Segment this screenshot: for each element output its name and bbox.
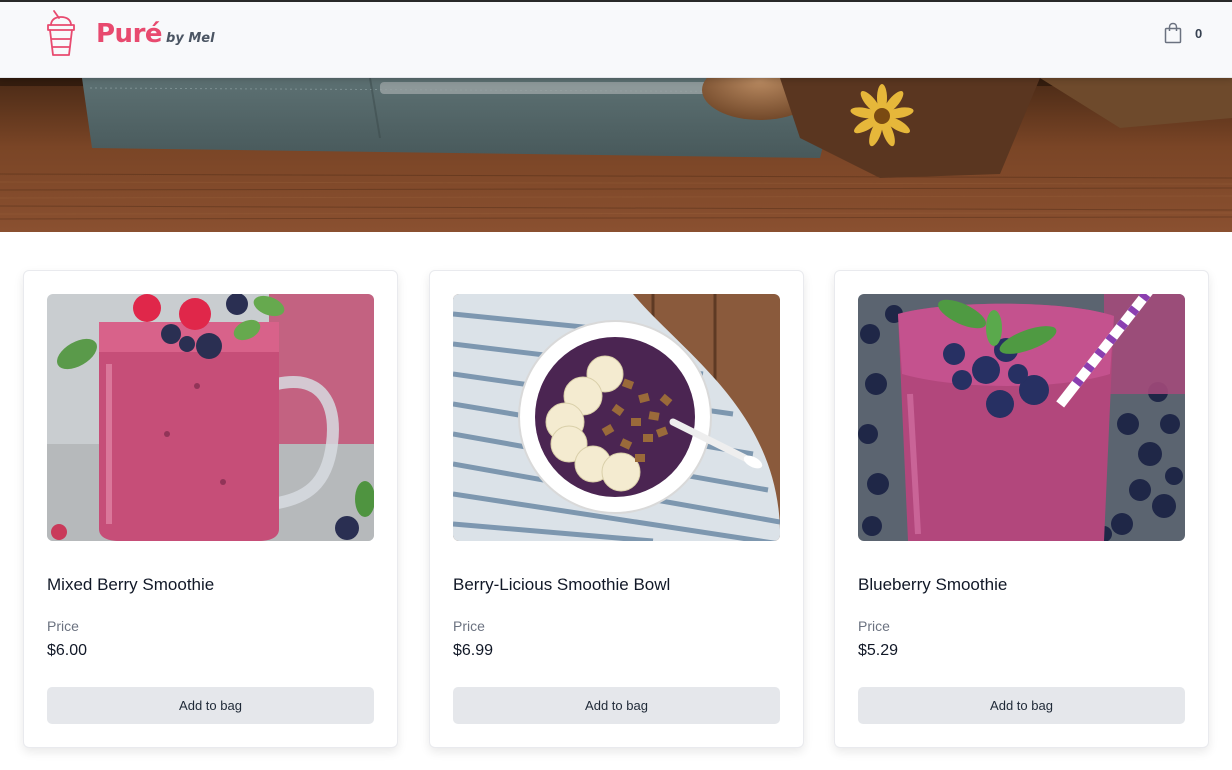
product-name: Blueberry Smoothie (858, 575, 1008, 594)
hero-banner-image (0, 78, 1232, 232)
add-to-bag-button[interactable]: Add to bag (47, 687, 374, 724)
product-card: Berry-Licious Smoothie Bowl Price $6.99 … (429, 270, 804, 748)
top-navbar: Puré by Mel 0 (0, 2, 1232, 78)
brand-wordmark: Puré by Mel (96, 19, 215, 49)
brand-name: Puré (96, 19, 163, 49)
product-image (47, 294, 374, 541)
home-logo-link[interactable]: Puré by Mel (42, 9, 215, 59)
product-image (858, 294, 1185, 541)
product-name: Berry-Licious Smoothie Bowl (453, 575, 671, 594)
product-grid: Mixed Berry Smoothie Price $6.00 Add to … (0, 232, 1232, 770)
product-name: Mixed Berry Smoothie (47, 575, 215, 594)
price-label: Price (858, 618, 890, 634)
price-label: Price (453, 618, 485, 634)
product-price: $6.99 (453, 642, 494, 659)
product-image (453, 294, 780, 541)
shopping-bag-button[interactable]: 0 (1163, 22, 1202, 44)
product-price: $6.00 (47, 642, 88, 659)
brand-byline: by Mel (166, 31, 215, 46)
add-to-bag-button[interactable]: Add to bag (858, 687, 1185, 724)
cart-count: 0 (1195, 25, 1203, 41)
price-label: Price (47, 618, 79, 634)
add-to-bag-button[interactable]: Add to bag (453, 687, 780, 724)
smoothie-cup-icon (47, 10, 75, 56)
product-price: $5.29 (858, 642, 899, 659)
shopping-bag-icon (1164, 22, 1182, 44)
product-card: Mixed Berry Smoothie Price $6.00 Add to … (23, 270, 398, 748)
product-card: Blueberry Smoothie Price $5.29 Add to ba… (834, 270, 1209, 748)
